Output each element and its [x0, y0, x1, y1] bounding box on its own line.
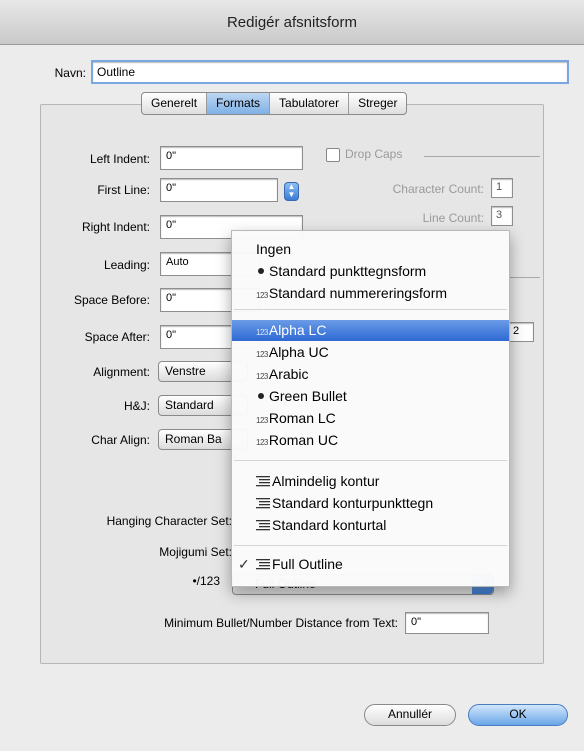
- bullet-number-menu: Ingen Standard punkttegnsform 123Standard …: [231, 230, 510, 587]
- menu-item-label: Green Bullet: [269, 388, 347, 404]
- min-distance-label: Minimum Bullet/Number Distance from Text…: [164, 616, 398, 630]
- drop-caps-checkbox[interactable]: [326, 148, 340, 162]
- alignment-label: Alignment:: [93, 365, 150, 379]
- name-field[interactable]: Outline: [91, 60, 569, 84]
- space-after-label: Space After:: [84, 330, 150, 344]
- drop-caps-divider: [424, 156, 540, 157]
- bullet-icon: [258, 268, 264, 274]
- numbering-icon: 123: [256, 291, 268, 300]
- menu-item-full-outline[interactable]: ✓ Full Outline: [232, 554, 509, 575]
- outline-icon: [256, 476, 270, 487]
- menu-item-label: Roman LC: [268, 410, 336, 426]
- first-line-field[interactable]: 0": [160, 178, 278, 202]
- menu-item-standard-konturtal[interactable]: Standard konturtal: [232, 515, 509, 536]
- first-line-stepper[interactable]: ▲ ▼: [284, 182, 299, 201]
- cancel-button[interactable]: Annullér: [364, 704, 456, 726]
- line-count-label: Line Count:: [422, 211, 484, 225]
- numbering-icon: 123: [256, 438, 268, 447]
- menu-item-almindelig-kontur[interactable]: Almindelig kontur: [232, 471, 509, 492]
- window-title: Redigér afsnitsform: [226, 14, 358, 31]
- space-before-label: Space Before:: [73, 293, 150, 307]
- menu-item-label: Standard nummereringsform: [268, 285, 448, 301]
- char-align-label: Char Align:: [91, 433, 150, 447]
- bullet-number-label: •/123: [192, 574, 220, 588]
- numbering-icon: 123: [256, 416, 268, 425]
- left-indent-field[interactable]: 0": [160, 146, 303, 170]
- outline-icon: [256, 520, 270, 531]
- menu-separator: [234, 309, 507, 310]
- tab-generelt[interactable]: Generelt: [142, 93, 208, 114]
- name-label: Navn:: [54, 66, 86, 80]
- menu-item-standard-konturpunkttegn[interactable]: Standard konturpunkttegn: [232, 493, 509, 514]
- numbering-icon: 123: [256, 328, 268, 337]
- tab-tabulatorer[interactable]: Tabulatorer: [270, 93, 350, 114]
- menu-item-arabic[interactable]: 123Arabic: [232, 364, 509, 385]
- drop-caps-label: Drop Caps: [345, 147, 403, 161]
- numbering-icon: 123: [256, 350, 268, 359]
- hj-label: H&J:: [123, 399, 150, 413]
- menu-item-label: Ingen: [256, 241, 292, 257]
- menu-separator: [234, 460, 507, 461]
- left-indent-label: Left Indent:: [89, 152, 150, 166]
- menu-item-alpha-lc[interactable]: 123Alpha LC: [232, 320, 509, 341]
- hanging-char-set-label: Hanging Character Set:: [106, 514, 232, 528]
- menu-item-label: Almindelig kontur: [272, 473, 380, 489]
- partial-field[interactable]: 2: [508, 322, 534, 342]
- menu-item-label: Alpha UC: [268, 344, 329, 360]
- menu-item-alpha-uc[interactable]: 123Alpha UC: [232, 342, 509, 363]
- outline-icon: [256, 559, 270, 570]
- tab-formats[interactable]: Formats: [207, 93, 271, 114]
- checkmark-icon: ✓: [238, 556, 250, 572]
- character-count-field[interactable]: 1: [491, 178, 513, 198]
- divider-right: [510, 277, 540, 278]
- menu-item-label: Standard konturpunkttegn: [272, 495, 434, 511]
- menu-item-label: Alpha LC: [268, 322, 327, 338]
- character-count-label: Character Count:: [392, 182, 484, 196]
- tab-streger[interactable]: Streger: [349, 93, 406, 114]
- first-line-label: First Line:: [97, 183, 150, 197]
- line-count-field[interactable]: 3: [491, 206, 513, 226]
- menu-item-label: Full Outline: [272, 556, 343, 572]
- menu-item-label: Standard konturtal: [272, 517, 387, 533]
- menu-item-green-bullet[interactable]: Green Bullet: [232, 386, 509, 407]
- right-indent-label: Right Indent:: [81, 220, 150, 234]
- menu-item-roman-lc[interactable]: 123Roman LC: [232, 408, 509, 429]
- menu-separator: [234, 545, 507, 546]
- leading-label: Leading:: [103, 258, 150, 272]
- outline-icon: [256, 498, 270, 509]
- tab-bar: Generelt Formats Tabulatorer Streger: [141, 92, 408, 115]
- min-distance-field[interactable]: 0": [405, 612, 489, 634]
- ok-button[interactable]: OK: [468, 704, 568, 726]
- menu-item-roman-uc[interactable]: 123Roman UC: [232, 430, 509, 451]
- menu-item-label: Standard punkttegnsform: [269, 263, 427, 279]
- menu-item-label: Arabic: [268, 366, 309, 382]
- menu-item-label: Roman UC: [268, 432, 339, 448]
- menu-item-standard-punkttegnsform[interactable]: Standard punkttegnsform: [232, 261, 509, 282]
- menu-item-standard-nummereringsform[interactable]: 123Standard nummereringsform: [232, 283, 509, 304]
- menu-item-ingen[interactable]: Ingen: [232, 239, 509, 260]
- numbering-icon: 123: [256, 372, 268, 381]
- bullet-icon: [258, 393, 264, 399]
- mojigumi-set-label: Mojigumi Set:: [159, 545, 232, 559]
